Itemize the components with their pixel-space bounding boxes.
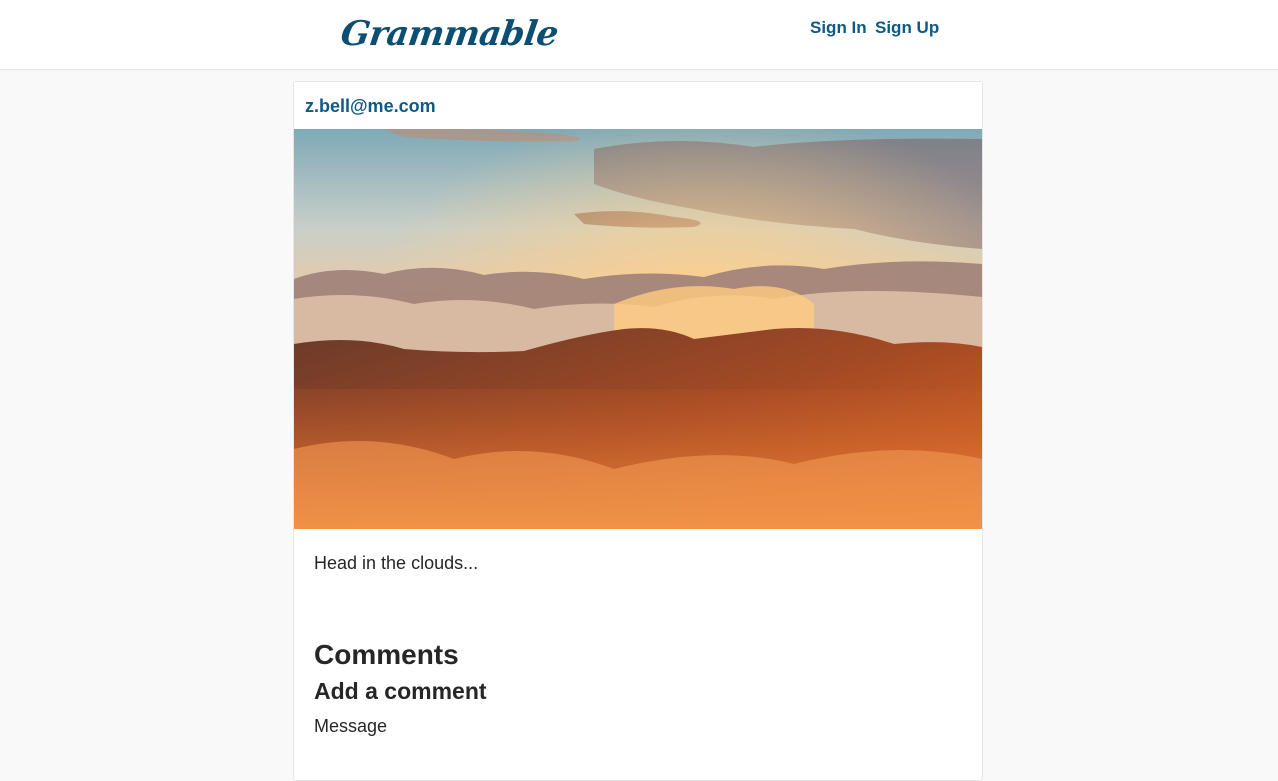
sign-up-link[interactable]: Sign Up [875,18,939,38]
add-comment-heading: Add a comment [314,678,487,704]
post-card: z.bell@me.com Head in the clouds... Comm… [293,81,983,781]
comments-heading: Comments [314,639,459,670]
post-image [294,129,982,529]
sign-in-link[interactable]: Sign In [810,18,867,38]
post-caption: Head in the clouds... [314,553,479,573]
post-author: z.bell@me.com [305,96,436,116]
top-navbar: Grammable Sign In Sign Up [0,0,1278,70]
grammable-logo[interactable]: Grammable [338,14,560,54]
message-label: Message [314,716,388,736]
